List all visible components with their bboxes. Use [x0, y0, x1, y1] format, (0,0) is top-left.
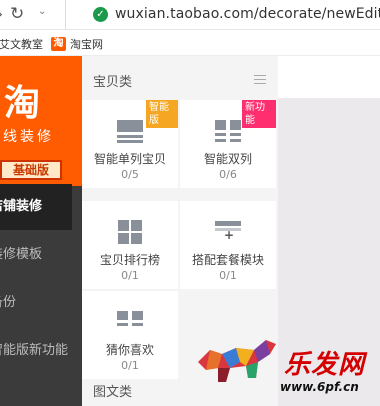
tile-label: 智能单列宝贝	[93, 152, 166, 166]
brand-block: 淘 无线装修 基础版	[0, 56, 82, 186]
module-tile-double-column[interactable]: 新功能 智能双列 0/6	[180, 100, 276, 188]
sidebar-item-new-features[interactable]: 智能版新功能	[0, 328, 72, 374]
module-tile-combo[interactable]: + 搭配套餐模块 0/1	[180, 201, 276, 289]
tile-count: 0/1	[121, 269, 139, 282]
module-tile-guess-like[interactable]: 猜你喜欢 0/1	[82, 291, 178, 379]
left-sidebar: 淘 无线装修 基础版 店铺装修 装修模板 备份 智能版新功能	[0, 56, 82, 406]
single-column-icon	[117, 118, 143, 144]
guess-like-icon	[117, 309, 143, 335]
tile-count: 0/5	[121, 168, 139, 181]
bull-watermark-icon	[198, 340, 276, 382]
back-icon[interactable]: ›	[0, 5, 3, 23]
sidebar-item-templates[interactable]: 装修模板	[0, 232, 72, 278]
address-bar: › ↻ ⌄ ✓ wuxian.taobao.com/decorate/newEd…	[0, 0, 380, 30]
smart-badge: 智能版	[146, 100, 178, 128]
bookmark-item[interactable]: 淘宝网	[70, 36, 103, 52]
url-field[interactable]: wuxian.taobao.com/decorate/newEdit.h	[115, 6, 380, 22]
taobao-logo: 淘	[4, 83, 41, 124]
watermark-title: 乐发网	[284, 350, 366, 380]
dropdown-chevron-icon[interactable]: ⌄	[38, 6, 46, 17]
new-feature-badge: 新功能	[242, 100, 276, 128]
tile-label: 猜你喜欢	[105, 343, 154, 357]
section-title-graphic: 图文类	[93, 385, 133, 400]
tile-count: 0/1	[219, 269, 237, 282]
reload-icon[interactable]: ↻	[10, 4, 24, 24]
edition-badge: 基础版	[0, 160, 62, 180]
ranking-grid-icon	[117, 219, 143, 245]
page: › ↻ ⌄ ✓ wuxian.taobao.com/decorate/newEd…	[0, 0, 380, 406]
taobao-favicon-icon: 淘	[51, 37, 66, 51]
canvas-toolbar	[278, 56, 380, 98]
combo-package-icon: +	[215, 219, 241, 245]
panel-title: 宝贝类	[93, 75, 133, 90]
tile-count: 0/1	[121, 359, 139, 372]
module-tile-single-column[interactable]: 智能版 智能单列宝贝 0/5	[82, 100, 178, 188]
divider	[65, 0, 66, 30]
secure-shield-icon[interactable]: ✓	[93, 7, 108, 22]
tile-count: 0/6	[219, 168, 237, 181]
tile-label: 搭配套餐模块	[191, 253, 264, 267]
tile-label: 宝贝排行榜	[99, 253, 160, 267]
sidebar-item-backup[interactable]: 备份	[0, 280, 72, 326]
watermark-url: www.6pf.cn	[280, 380, 359, 394]
menu-icon[interactable]	[254, 75, 266, 84]
panel-header: 宝贝类	[82, 56, 278, 100]
module-tile-ranking[interactable]: 宝贝排行榜 0/1	[82, 201, 178, 289]
brand-subtitle: 无线装修	[0, 129, 54, 145]
double-column-icon	[215, 118, 241, 144]
tile-label: 智能双列	[203, 152, 252, 166]
sidebar-item-store-decoration[interactable]: 店铺装修	[0, 184, 72, 230]
bookmark-item[interactable]: 艾文教室	[0, 36, 43, 52]
